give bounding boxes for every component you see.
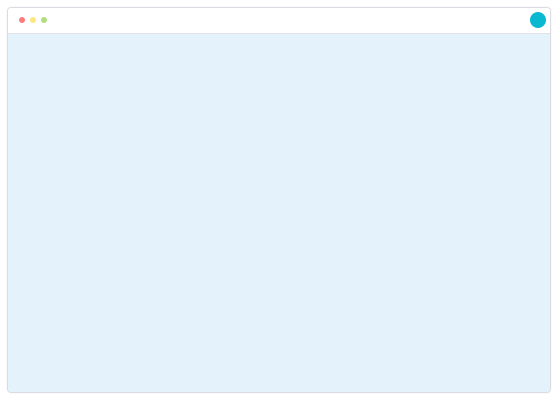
- window-titlebar: [8, 8, 550, 34]
- zoom-window-button[interactable]: [41, 17, 47, 23]
- app-window: [7, 7, 551, 393]
- minimize-window-button[interactable]: [30, 17, 36, 23]
- close-window-button[interactable]: [19, 17, 25, 23]
- avatar-icon[interactable]: [530, 12, 546, 28]
- main-content-area: [8, 34, 550, 392]
